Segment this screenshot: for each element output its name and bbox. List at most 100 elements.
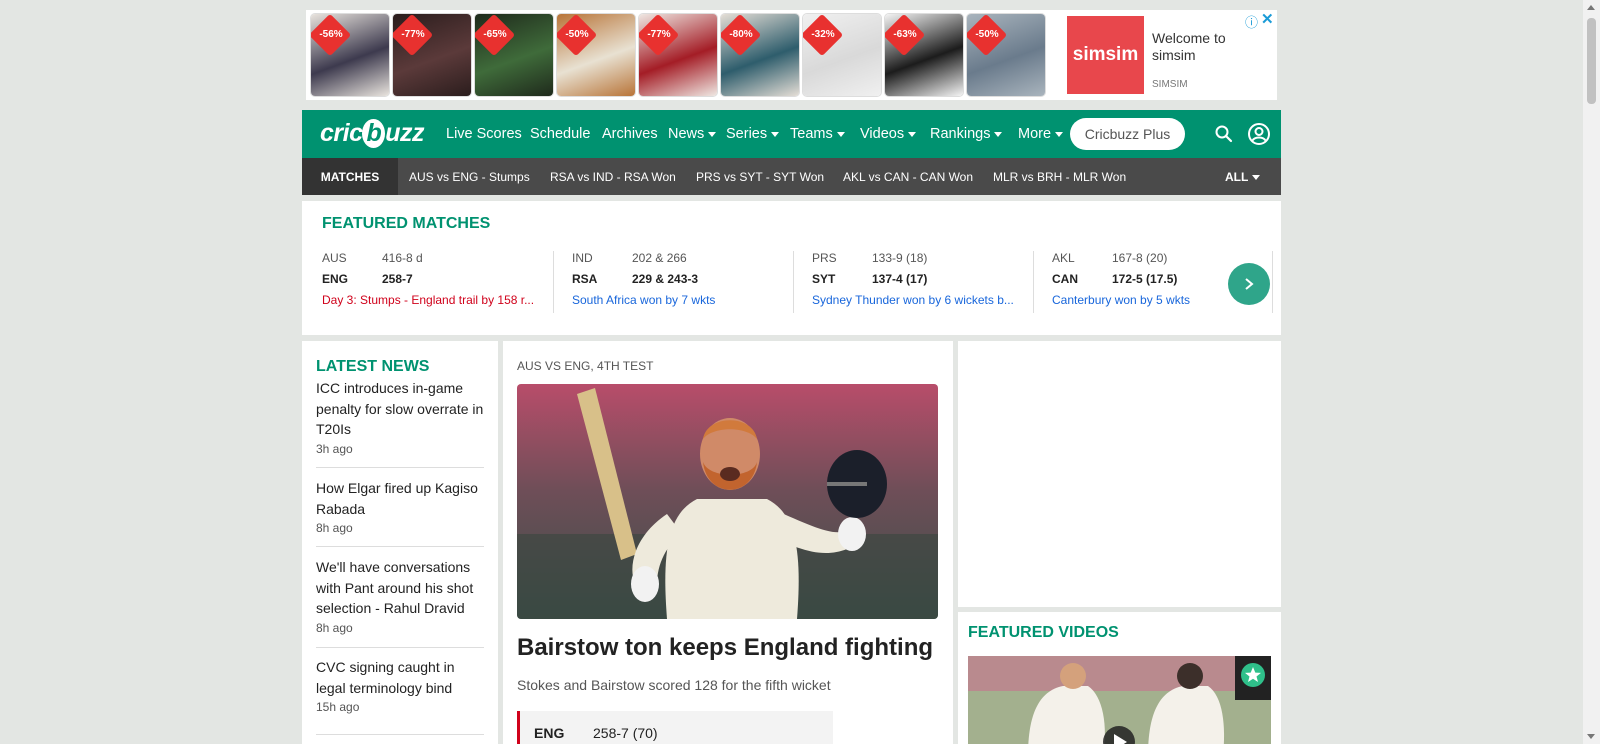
match-divider <box>793 251 794 313</box>
news-list-item[interactable]: ICC introduces in-game penalty for slow … <box>316 378 484 456</box>
caret-down-icon <box>771 131 780 137</box>
nav-item-videos[interactable]: Videos <box>860 126 917 142</box>
team-name: PRS <box>812 251 837 265</box>
news-list-item[interactable]: How Elgar fired up Kagiso Rabada 8h ago <box>316 478 484 535</box>
story-kicker[interactable]: AUS VS ENG, 4TH TEST <box>517 359 653 373</box>
featured-matches: FEATURED MATCHES AUS 416-8 d ENG 258-7 Day… <box>302 201 1281 335</box>
all-matches-dropdown[interactable]: ALL <box>1225 170 1261 184</box>
chevron-right-icon <box>1245 278 1254 290</box>
news-divider <box>316 546 484 547</box>
nav-item-teams[interactable]: Teams <box>790 126 845 142</box>
discount-label: -77% <box>647 29 671 40</box>
ad-product-tile[interactable]: -63% <box>884 13 964 97</box>
news-divider <box>316 734 484 735</box>
nav-item-more[interactable]: More <box>1018 126 1064 142</box>
story-intro: Stokes and Bairstow scored 128 for the f… <box>517 677 831 693</box>
featured-video-badge <box>1235 656 1271 700</box>
caret-down-icon <box>1055 131 1064 137</box>
caret-down-icon <box>836 131 845 137</box>
search-icon[interactable] <box>1214 124 1234 144</box>
team-score: 258-7 <box>382 272 413 286</box>
strip-match-link[interactable]: PRS vs SYT - SYT Won <box>696 170 824 184</box>
news-headline[interactable]: How Elgar fired up Kagiso Rabada <box>316 478 484 519</box>
nav-item-live-scores[interactable]: Live Scores <box>446 126 522 142</box>
news-timestamp: 8h ago <box>316 620 353 635</box>
strip-match-link[interactable]: RSA vs IND - RSA Won <box>550 170 676 184</box>
next-matches-button[interactable] <box>1228 263 1270 305</box>
nav-item-label: Videos <box>860 126 905 142</box>
team-score: 172-5 (17.5) <box>1112 272 1178 286</box>
discount-label: -50% <box>975 29 999 40</box>
ad-product-tile[interactable]: -77% <box>638 13 718 97</box>
top-story: AUS VS ENG, 4TH TEST Bairstow ton keeps … <box>503 341 953 744</box>
nav-item-news[interactable]: News <box>668 126 717 142</box>
scroll-down-arrow[interactable] <box>1587 734 1595 739</box>
news-list-item[interactable]: CVC signing caught in legal terminology … <box>316 657 484 714</box>
nav-item-archives[interactable]: Archives <box>602 126 658 142</box>
nav-item-label: Teams <box>790 126 833 142</box>
scroll-up-arrow[interactable] <box>1587 5 1595 10</box>
nav-item-label: Series <box>726 126 768 142</box>
ad-banner[interactable]: -56% -77% -65% -50% -77% -80% -32% -63% … <box>306 10 1277 100</box>
nav-item-series[interactable]: Series <box>726 126 780 142</box>
ad-product-tile[interactable]: -50% <box>556 13 636 97</box>
nav-item-label: Archives <box>602 126 658 142</box>
news-headline[interactable]: We'll have conversations with Pant aroun… <box>316 557 484 619</box>
scrollbar-thumb[interactable] <box>1587 18 1596 104</box>
ad-welcome-text[interactable]: Welcome to simsim <box>1152 30 1262 64</box>
team-name: ENG <box>322 272 349 286</box>
team-name: CAN <box>1052 272 1078 286</box>
ad-product-tile[interactable]: -77% <box>392 13 472 97</box>
story-headline[interactable]: Bairstow ton keeps England fighting <box>517 634 933 662</box>
strip-match-link[interactable]: MLR vs BRH - MLR Won <box>993 170 1126 184</box>
discount-label: -50% <box>565 29 589 40</box>
ad-product-tile[interactable]: -50% <box>966 13 1046 97</box>
close-icon[interactable]: ✕ <box>1261 10 1274 28</box>
nav-item-schedule[interactable]: Schedule <box>530 126 590 142</box>
info-icon[interactable]: ⓘ <box>1245 12 1258 31</box>
featured-match-card[interactable]: PRS 133-9 (18) SYT 137-4 (17) Sydney Thund… <box>812 251 1034 307</box>
team-score: 167-8 (20) <box>1112 251 1168 265</box>
ad-product-tile[interactable]: -56% <box>310 13 390 97</box>
nav-item-rankings[interactable]: Rankings <box>930 126 1003 142</box>
ad-brand-logo[interactable]: simsim <box>1067 16 1144 94</box>
match-divider <box>1033 251 1034 313</box>
nav-item-label: More <box>1018 126 1052 142</box>
ad-product-tile[interactable]: -32% <box>802 13 882 97</box>
page-scrollbar[interactable] <box>1583 0 1600 744</box>
team-score: 137-4 (17) <box>872 272 928 286</box>
ad-product-tile[interactable]: -80% <box>720 13 800 97</box>
latest-news-panel: LATEST NEWS ICC introduces in-game penal… <box>302 341 498 744</box>
nav-item-label: Live Scores <box>446 126 522 142</box>
news-timestamp: 3h ago <box>316 441 353 456</box>
featured-match-card[interactable]: IND 202 & 266 RSA 229 & 243-3 South Africa… <box>572 251 794 307</box>
discount-label: -65% <box>483 29 507 40</box>
team-name: AUS <box>322 251 347 265</box>
news-list-item[interactable]: We'll have conversations with Pant aroun… <box>316 557 484 635</box>
star-icon <box>1241 663 1265 687</box>
user-icon[interactable] <box>1247 122 1271 146</box>
caret-down-icon <box>908 131 917 137</box>
cricbuzz-plus-button[interactable]: Cricbuzz Plus <box>1070 118 1185 150</box>
story-score-box[interactable]: ENG 258-7 (70) <box>517 711 833 744</box>
team-score: 202 & 266 <box>632 251 687 265</box>
ad-product-tile[interactable]: -65% <box>474 13 554 97</box>
news-headline[interactable]: ICC introduces in-game penalty for slow … <box>316 378 484 440</box>
story-hero-image[interactable] <box>517 384 938 619</box>
news-headline[interactable]: CVC signing caught in legal terminology … <box>316 657 484 698</box>
matches-tab[interactable]: MATCHES <box>302 158 398 195</box>
match-result: Day 3: Stumps - England trail by 158 r..… <box>322 293 535 307</box>
video-thumbnail[interactable] <box>968 656 1271 744</box>
team-row: PRS 133-9 (18) <box>812 251 1034 272</box>
discount-label: -77% <box>401 29 425 40</box>
cricbuzz-logo[interactable]: cric b uzz <box>320 119 425 148</box>
team-row: RSA 229 & 243-3 <box>572 272 794 293</box>
nav-item-label: News <box>668 126 705 142</box>
team-name: IND <box>572 251 593 265</box>
strip-match-link[interactable]: AUS vs ENG - Stumps <box>409 170 530 184</box>
caret-down-icon <box>708 131 717 137</box>
team-score: 133-9 (18) <box>872 251 928 265</box>
featured-match-card[interactable]: AUS 416-8 d ENG 258-7 Day 3: Stumps - Engl… <box>322 251 544 307</box>
ad-sub-text: SIMSIM <box>1152 79 1188 90</box>
strip-match-link[interactable]: AKL vs CAN - CAN Won <box>843 170 973 184</box>
